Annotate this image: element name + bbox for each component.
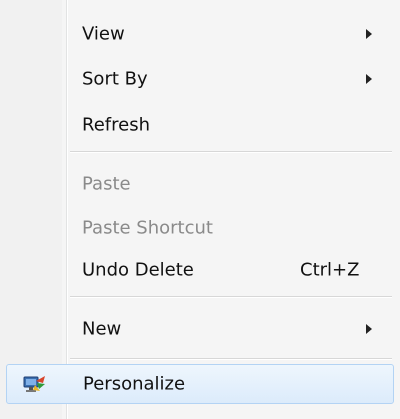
menu-item-new[interactable]: New <box>0 309 400 349</box>
menu-item-personalize-label: Personalize <box>83 373 186 395</box>
submenu-arrow-icon <box>366 29 372 39</box>
menu-item-paste: Paste <box>0 164 400 204</box>
menu-separator <box>70 296 392 298</box>
personalize-display-icon <box>23 376 45 392</box>
menu-item-personalize[interactable]: Personalize <box>6 364 394 404</box>
menu-item-view[interactable]: View <box>0 14 400 54</box>
menu-item-paste-shortcut-label: Paste Shortcut <box>82 217 213 239</box>
submenu-arrow-icon <box>366 324 372 334</box>
menu-item-undo-delete[interactable]: Undo Delete Ctrl+Z <box>0 250 400 290</box>
menu-item-sort-by-label: Sort By <box>82 68 148 90</box>
menu-item-refresh[interactable]: Refresh <box>0 105 400 145</box>
menu-item-new-label: New <box>82 318 122 340</box>
menu-item-sort-by[interactable]: Sort By <box>0 59 400 99</box>
desktop-context-menu: View Sort By Refresh Paste Paste Shortcu… <box>0 0 400 419</box>
submenu-arrow-icon <box>366 74 372 84</box>
menu-item-undo-delete-shortcut: Ctrl+Z <box>300 259 360 281</box>
menu-item-undo-delete-label: Undo Delete <box>82 259 194 281</box>
menu-separator <box>70 151 392 153</box>
menu-separator <box>70 358 392 360</box>
menu-item-paste-shortcut: Paste Shortcut <box>0 208 400 248</box>
menu-item-view-label: View <box>82 23 125 45</box>
menu-item-paste-label: Paste <box>82 173 131 195</box>
menu-item-refresh-label: Refresh <box>82 114 150 136</box>
